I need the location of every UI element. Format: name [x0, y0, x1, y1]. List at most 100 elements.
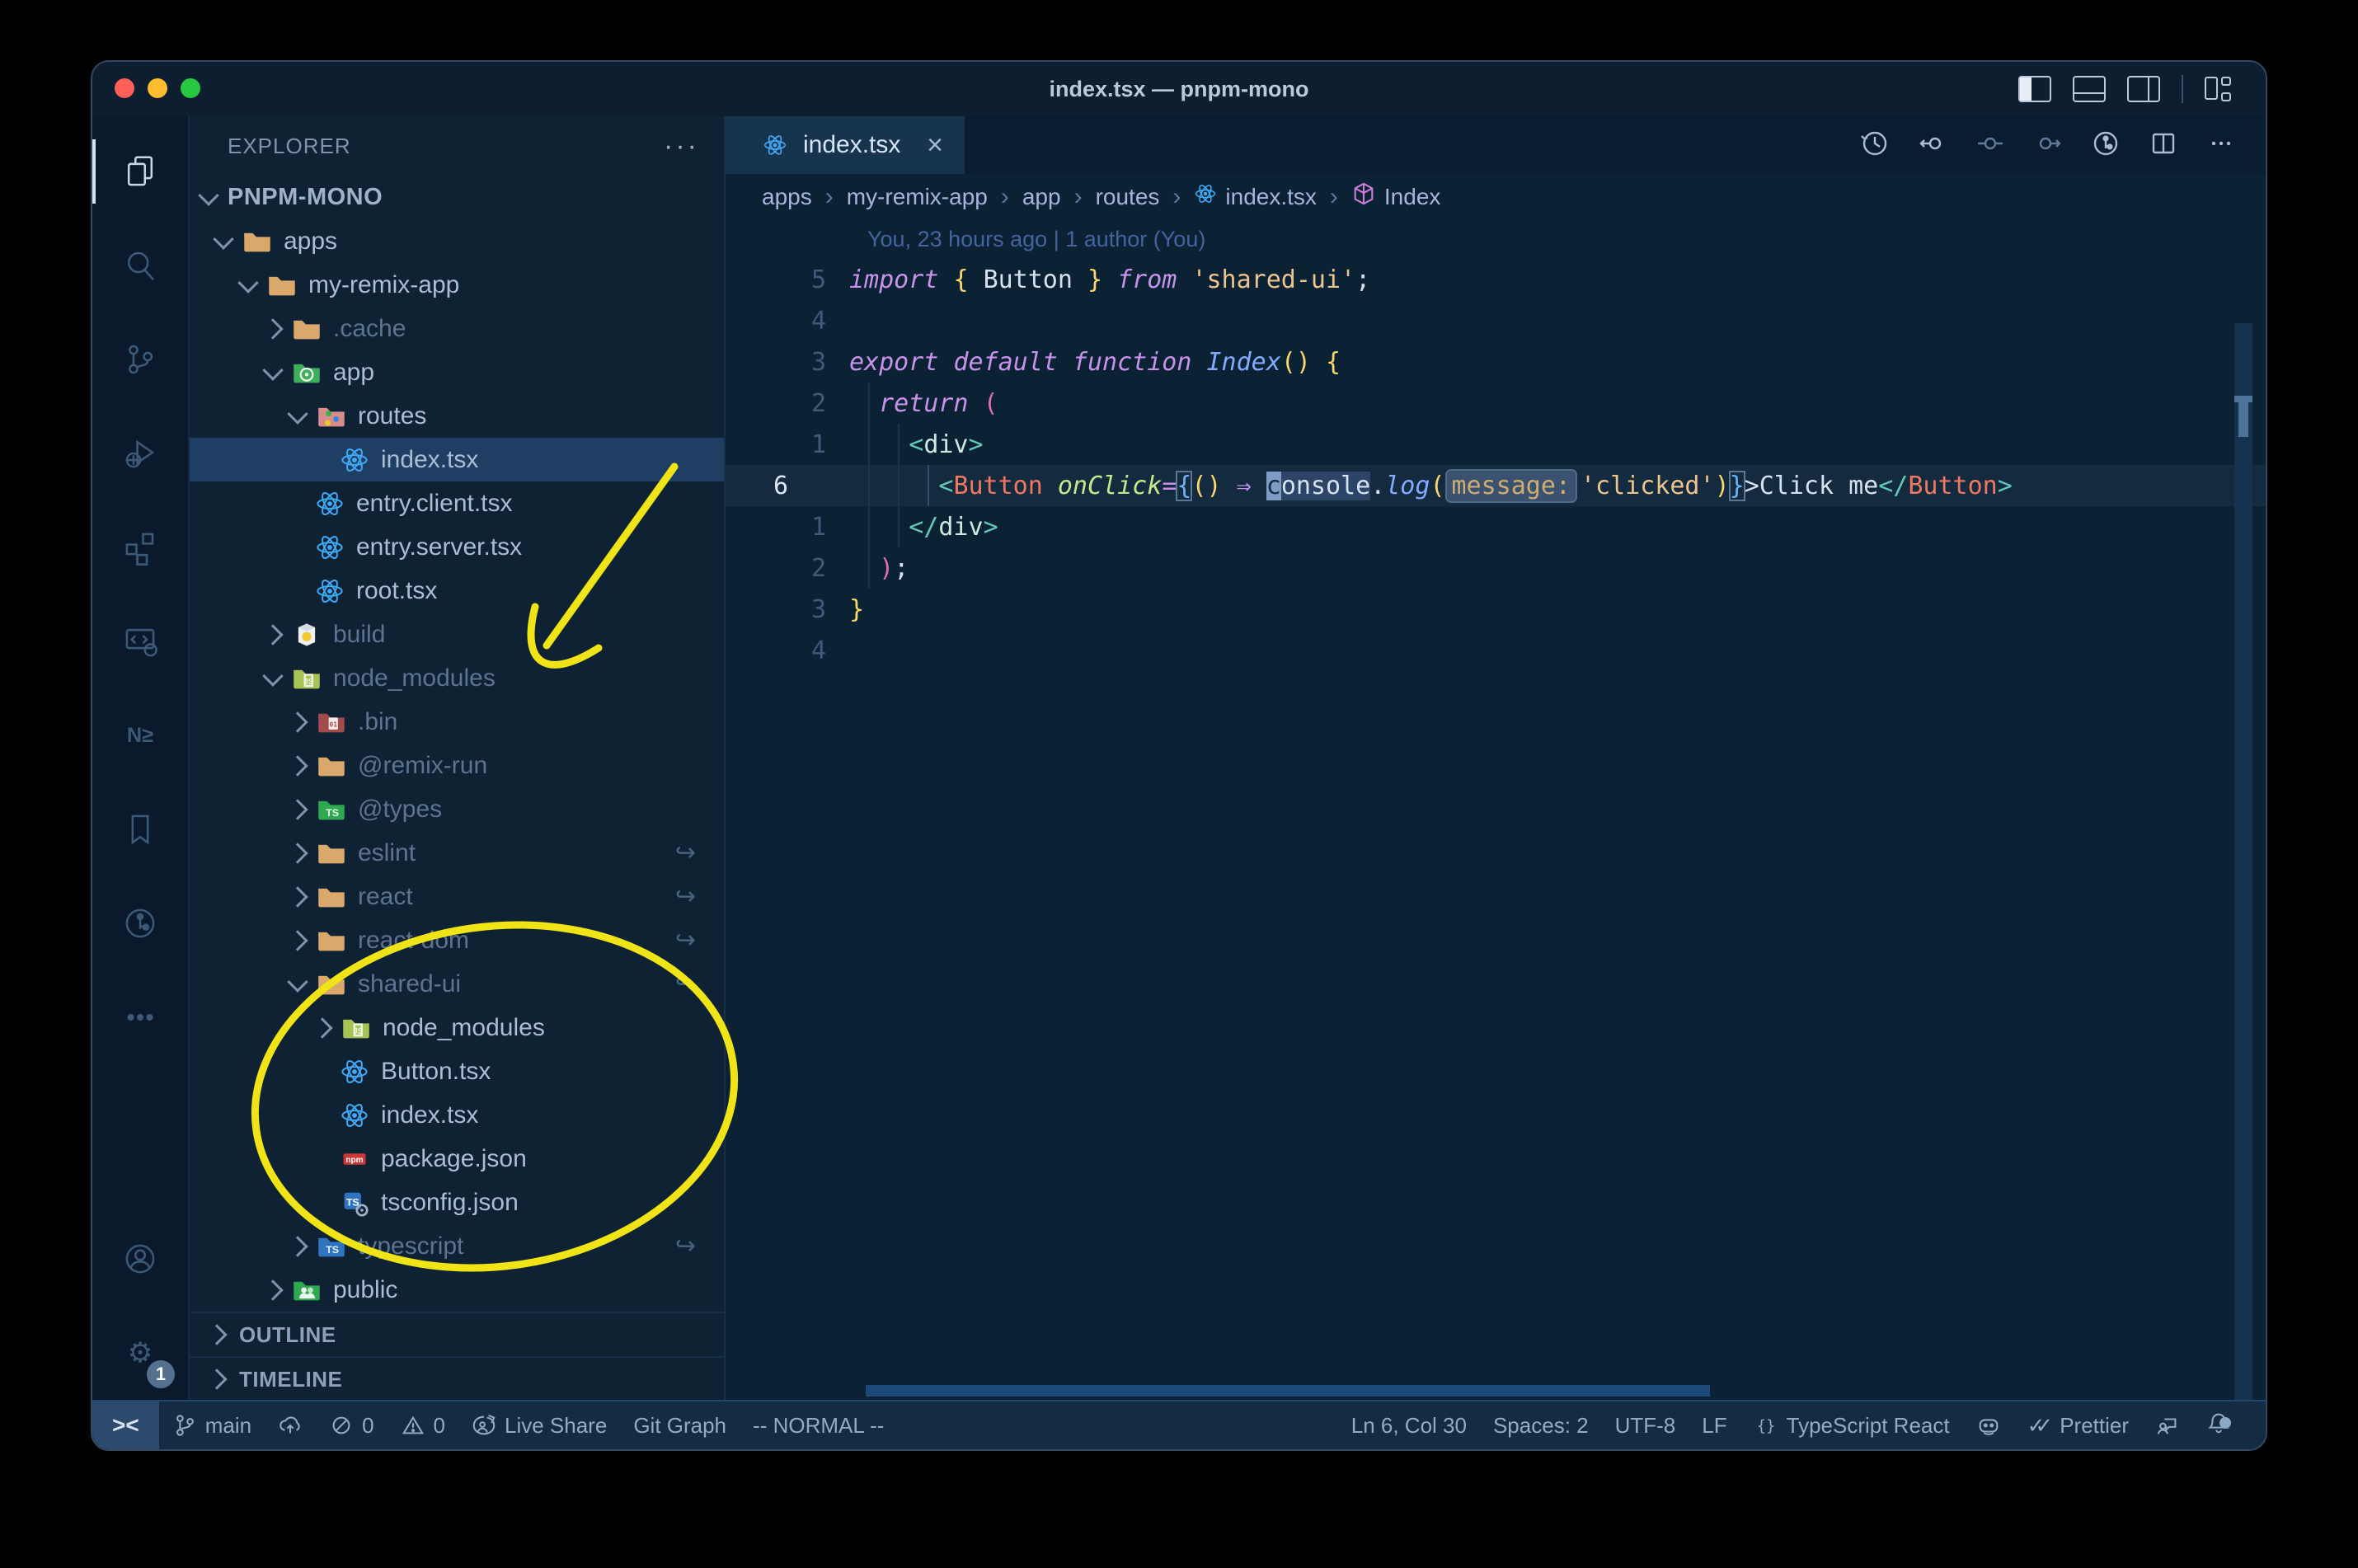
toggle-sidebar-icon[interactable]	[2018, 76, 2051, 102]
code-line[interactable]: 4	[726, 300, 2266, 341]
status-encoding[interactable]: UTF-8	[1602, 1401, 1689, 1449]
tree-item-root-tsx[interactable]: root.tsx	[190, 569, 724, 613]
zoom-window-button[interactable]	[181, 78, 200, 98]
code-line[interactable]: 3 export default function Index() {	[726, 341, 2266, 383]
activity-item-run-and-debug[interactable]	[92, 406, 188, 500]
chevron-down-icon[interactable]	[287, 402, 308, 425]
previous-change-icon[interactable]	[1916, 127, 1949, 164]
status-remote-indicator[interactable]: ><	[92, 1401, 159, 1449]
status-feedback[interactable]	[2142, 1401, 2193, 1449]
gitlens-graph-icon[interactable]	[2089, 127, 2122, 164]
tree-item-tsconfig-json[interactable]: TS tsconfig.json	[190, 1181, 724, 1224]
status-eol[interactable]: LF	[1689, 1401, 1740, 1449]
status-problems-warnings[interactable]: 0	[388, 1401, 458, 1449]
chevron-down-icon[interactable]	[213, 228, 234, 250]
tree-item-react[interactable]: react ↪	[190, 875, 724, 918]
chevron-right-icon[interactable]	[312, 1016, 333, 1039]
status-vim-mode[interactable]: -- NORMAL --	[740, 1401, 897, 1449]
activity-item-nx-console[interactable]: N≥	[92, 688, 188, 782]
toggle-panel-icon[interactable]	[2073, 76, 2106, 102]
status-prettier[interactable]: ✓✓ Prettier	[2014, 1401, 2142, 1449]
activity-item-settings[interactable]: ⚙ 1	[92, 1306, 188, 1400]
chevron-down-icon[interactable]	[287, 970, 308, 993]
section-timeline[interactable]: TIMELINE	[190, 1356, 724, 1401]
code-line[interactable]: 1 </div>	[726, 506, 2266, 547]
code-line[interactable]: 3}	[726, 589, 2266, 630]
breadcrumb-item-my-remix-app[interactable]: my-remix-app	[847, 184, 988, 210]
section-outline[interactable]: OUTLINE	[190, 1312, 724, 1356]
chevron-down-icon[interactable]	[262, 664, 284, 687]
chevron-right-icon[interactable]	[287, 1235, 308, 1257]
status-sync-changes[interactable]	[265, 1401, 316, 1449]
breadcrumb-item-app[interactable]: app	[1022, 184, 1061, 210]
chevron-down-icon[interactable]	[198, 184, 219, 206]
toggle-secondary-sidebar-icon[interactable]	[2127, 76, 2160, 102]
tree-item-index-tsx[interactable]: index.tsx	[190, 438, 724, 481]
tree-item-entry-server-tsx[interactable]: entry.server.tsx	[190, 525, 724, 569]
vertical-scrollbar[interactable]	[2234, 323, 2252, 1400]
tree-item-eslint[interactable]: eslint ↪	[190, 831, 724, 875]
horizontal-scrollbar[interactable]	[866, 1385, 1710, 1397]
tab-index-tsx[interactable]: index.tsx ×	[726, 116, 965, 174]
tree-item-button-tsx[interactable]: Button.tsx	[190, 1049, 724, 1093]
tree-item-index-tsx[interactable]: index.tsx	[190, 1093, 724, 1137]
breadcrumb-item-apps[interactable]: apps	[762, 184, 812, 210]
chevron-right-icon[interactable]	[287, 929, 308, 951]
tree-item-typescript[interactable]: TS typescript ↪	[190, 1224, 724, 1268]
close-tab-icon[interactable]: ×	[927, 131, 943, 159]
breadcrumb-item-index[interactable]: Index	[1351, 181, 1440, 212]
tree-item-package-json[interactable]: npm package.json	[190, 1137, 724, 1181]
tree-item--bin[interactable]: 01 .bin	[190, 700, 724, 744]
chevron-down-icon[interactable]	[262, 359, 284, 381]
status-notifications[interactable]	[2193, 1401, 2249, 1449]
chevron-right-icon[interactable]	[262, 623, 284, 646]
explorer-more-actions-icon[interactable]: ···	[664, 132, 699, 160]
tree-item-build[interactable]: build	[190, 613, 724, 656]
code-line[interactable]: 5 import { Button } from 'shared-ui';	[726, 259, 2266, 300]
tree-item-apps[interactable]: apps	[190, 219, 724, 263]
tree-item-public[interactable]: public	[190, 1268, 724, 1312]
chevron-right-icon[interactable]	[287, 842, 308, 864]
activity-item-remote-explorer[interactable]	[92, 594, 188, 688]
status-copilot[interactable]	[1963, 1401, 2014, 1449]
chevron-right-icon[interactable]	[262, 317, 284, 340]
chevron-right-icon[interactable]	[287, 711, 308, 733]
chevron-right-icon[interactable]	[287, 754, 308, 777]
next-change-icon[interactable]	[2032, 127, 2064, 164]
activity-item-extensions[interactable]	[92, 500, 188, 594]
open-changes-icon[interactable]	[1974, 127, 2007, 164]
tree-item--types[interactable]: TS @types	[190, 787, 724, 831]
tree-item--remix-run[interactable]: @remix-run	[190, 744, 724, 787]
status-cursor-position[interactable]: Ln 6, Col 30	[1338, 1401, 1480, 1449]
tree-item-entry-client-tsx[interactable]: entry.client.tsx	[190, 481, 724, 525]
tree-item--cache[interactable]: .cache	[190, 307, 724, 350]
tree-item-app[interactable]: app	[190, 350, 724, 394]
status-problems-errors[interactable]: 0	[316, 1401, 387, 1449]
minimize-window-button[interactable]	[148, 78, 167, 98]
status-git-branch[interactable]: main	[159, 1401, 265, 1449]
tree-item-node-modules[interactable]: JS node_modules	[190, 1006, 724, 1049]
more-actions-icon[interactable]	[2205, 127, 2238, 164]
chevron-down-icon[interactable]	[237, 271, 259, 293]
customize-layout-icon[interactable]	[2205, 77, 2233, 101]
breadcrumb-item-routes[interactable]: routes	[1096, 184, 1160, 210]
code-line-current[interactable]: 6 <Button onClick={() ⇒ console.log(mess…	[726, 465, 2266, 506]
status-live-share[interactable]: Live Share	[458, 1401, 620, 1449]
code-line[interactable]: 1 <div>	[726, 424, 2266, 465]
timeline-history-icon[interactable]	[1858, 127, 1891, 164]
chevron-right-icon[interactable]	[287, 798, 308, 820]
code-line[interactable]: 4	[726, 630, 2266, 671]
status-git-graph[interactable]: Git Graph	[620, 1401, 740, 1449]
chevron-right-icon[interactable]	[262, 1279, 284, 1301]
tree-item-node-modules[interactable]: JS node_modules	[190, 656, 724, 700]
code-line[interactable]: 2 );	[726, 547, 2266, 589]
status-indentation[interactable]: Spaces: 2	[1480, 1401, 1602, 1449]
status-language-mode[interactable]: {} TypeScript React	[1740, 1401, 1963, 1449]
code-editor[interactable]: You, 23 hours ago | 1 author (You) 5 impo…	[726, 219, 2266, 1400]
activity-item-accounts[interactable]	[92, 1212, 188, 1306]
activity-item-gitlens[interactable]	[92, 876, 188, 970]
chevron-right-icon[interactable]	[287, 885, 308, 908]
activity-item-more-views[interactable]	[92, 970, 188, 1064]
split-editor-icon[interactable]	[2147, 127, 2180, 164]
tree-item-shared-ui[interactable]: shared-ui ↪	[190, 962, 724, 1006]
